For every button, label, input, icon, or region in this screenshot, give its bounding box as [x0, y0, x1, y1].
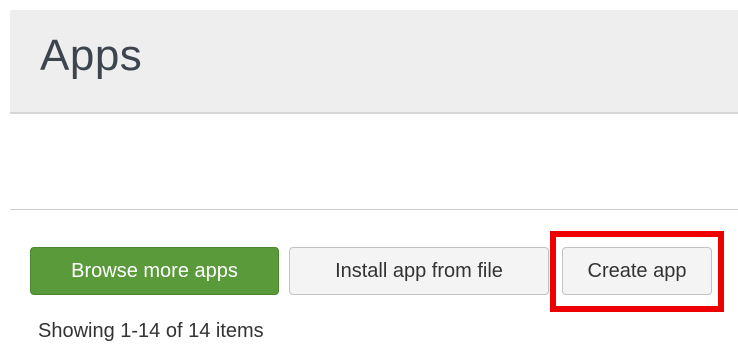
- section-divider: [10, 209, 738, 210]
- install-app-from-file-button[interactable]: Install app from file: [289, 247, 549, 295]
- item-count-summary: Showing 1-14 of 14 items: [38, 320, 264, 342]
- create-app-button[interactable]: Create app: [562, 247, 712, 295]
- browse-more-apps-button[interactable]: Browse more apps: [30, 247, 279, 295]
- page-title: Apps: [40, 31, 143, 80]
- page-header: Apps: [10, 10, 738, 114]
